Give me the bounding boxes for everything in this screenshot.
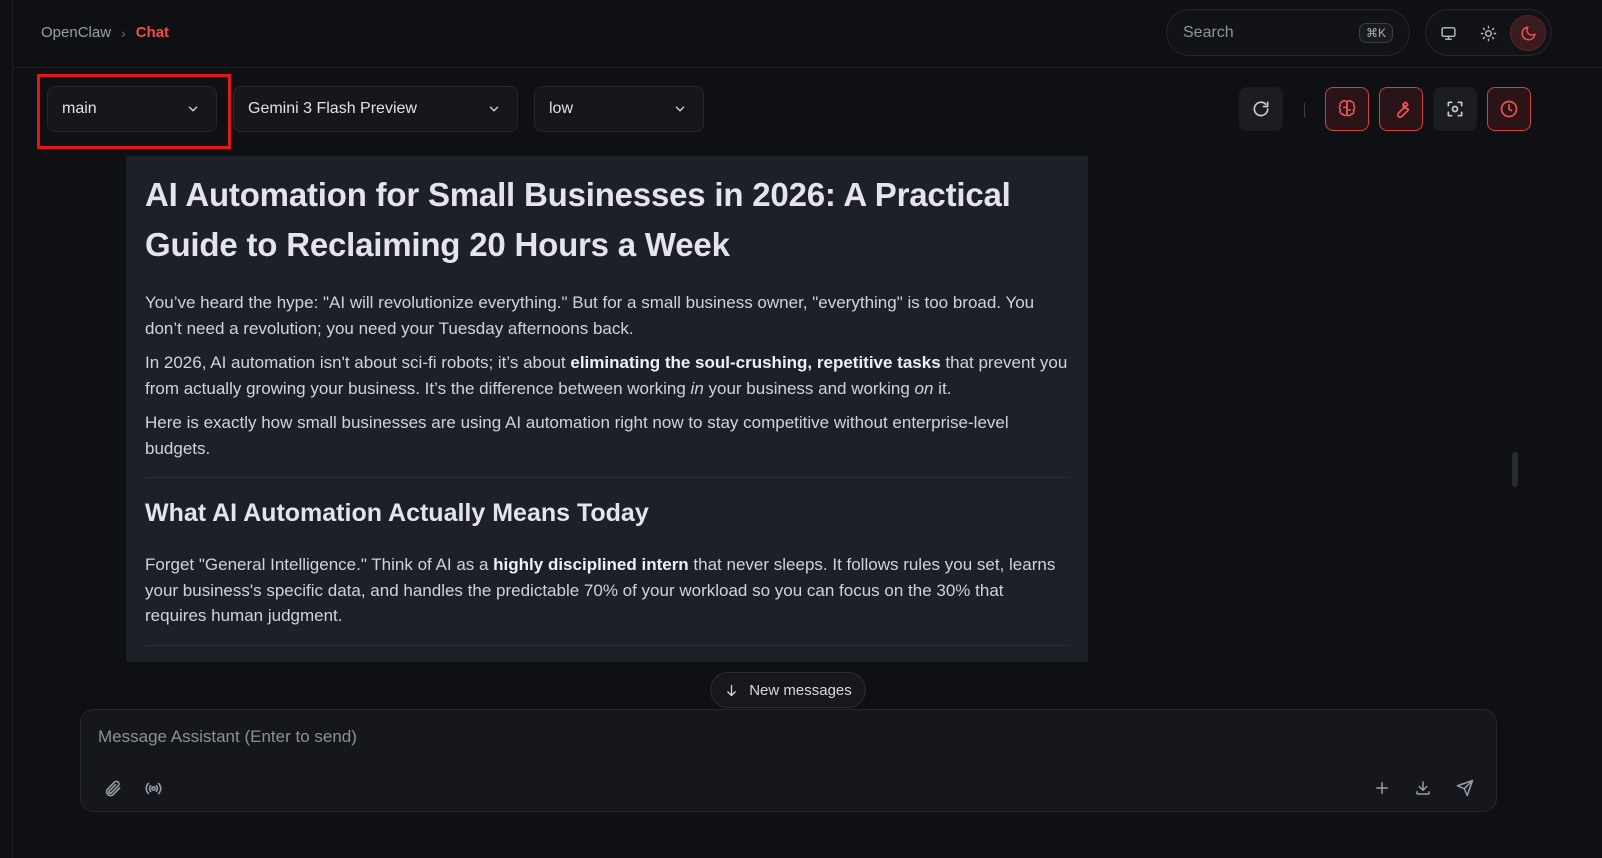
refresh-button[interactable] — [1239, 87, 1283, 131]
voice-button[interactable] — [141, 776, 165, 800]
new-session-button[interactable] — [1370, 776, 1394, 800]
message-composer — [80, 709, 1497, 812]
send-button[interactable] — [1453, 776, 1477, 800]
message-paragraph: In 2026, AI automation isn't about sci-f… — [145, 353, 1068, 398]
clock-icon — [1500, 100, 1518, 118]
wrench-icon — [1397, 101, 1410, 118]
plus-icon — [1376, 782, 1388, 794]
export-button[interactable] — [1411, 776, 1435, 800]
thinking-level-value: low — [549, 100, 574, 117]
tools-toggle-button[interactable] — [1379, 87, 1423, 131]
toolbar-divider — [1304, 103, 1305, 117]
theme-system-button[interactable] — [1430, 15, 1466, 51]
breadcrumb: OpenClaw › Chat — [41, 24, 169, 41]
monitor-icon — [1440, 26, 1456, 40]
message-paragraph: Forget "General Intelligence." Think of … — [145, 555, 1056, 625]
breadcrumb-separator: › — [121, 24, 126, 41]
focus-mode-button[interactable] — [1433, 87, 1477, 131]
paperclip-icon — [105, 780, 120, 796]
theme-light-button[interactable] — [1470, 15, 1506, 51]
attach-button[interactable] — [100, 776, 124, 800]
breadcrumb-current: Chat — [135, 24, 170, 41]
model-select-value: Gemini 3 Flash Preview — [248, 100, 417, 117]
message-input[interactable] — [98, 727, 1398, 753]
download-icon — [1416, 781, 1430, 795]
chevron-down-icon — [489, 106, 499, 112]
left-edge-rule — [12, 0, 13, 858]
breadcrumb-root[interactable]: OpenClaw — [41, 24, 111, 41]
message-title: AI Automation for Small Businesses in 20… — [145, 176, 1011, 263]
new-messages-button[interactable]: New messages — [710, 672, 866, 708]
assistant-message: AI Automation for Small Businesses in 20… — [126, 156, 1088, 662]
brain-icon — [1338, 99, 1356, 117]
new-messages-label: New messages — [749, 681, 852, 699]
focus-icon — [1447, 101, 1463, 117]
chevron-down-icon — [675, 106, 685, 112]
chat-scrollbar-thumb[interactable] — [1512, 452, 1518, 487]
refresh-icon — [1253, 101, 1269, 117]
broadcast-icon — [145, 782, 161, 794]
search-box[interactable]: ⌘K — [1166, 9, 1410, 56]
message-subheading: What AI Automation Actually Means Today — [145, 499, 649, 527]
sun-icon — [1480, 25, 1496, 41]
message-paragraph: Here is exactly how small businesses are… — [145, 413, 1009, 458]
theme-switcher — [1425, 9, 1552, 56]
history-toggle-button[interactable] — [1487, 87, 1531, 131]
arrow-down-icon — [727, 684, 737, 696]
thinking-toggle-button[interactable] — [1325, 87, 1369, 131]
model-select[interactable]: Gemini 3 Flash Preview — [233, 86, 518, 132]
theme-dark-button[interactable] — [1510, 15, 1546, 51]
search-shortcut-badge: ⌘K — [1358, 23, 1393, 43]
message-divider — [145, 644, 1068, 646]
search-input[interactable] — [1183, 22, 1343, 44]
thinking-level-select[interactable]: low — [534, 86, 704, 132]
session-select-highlight — [37, 74, 231, 149]
moon-icon — [1521, 25, 1536, 40]
message-paragraph: You’ve heard the hype: "AI will revoluti… — [145, 293, 1035, 338]
send-icon — [1456, 779, 1474, 797]
message-divider — [145, 477, 1068, 478]
